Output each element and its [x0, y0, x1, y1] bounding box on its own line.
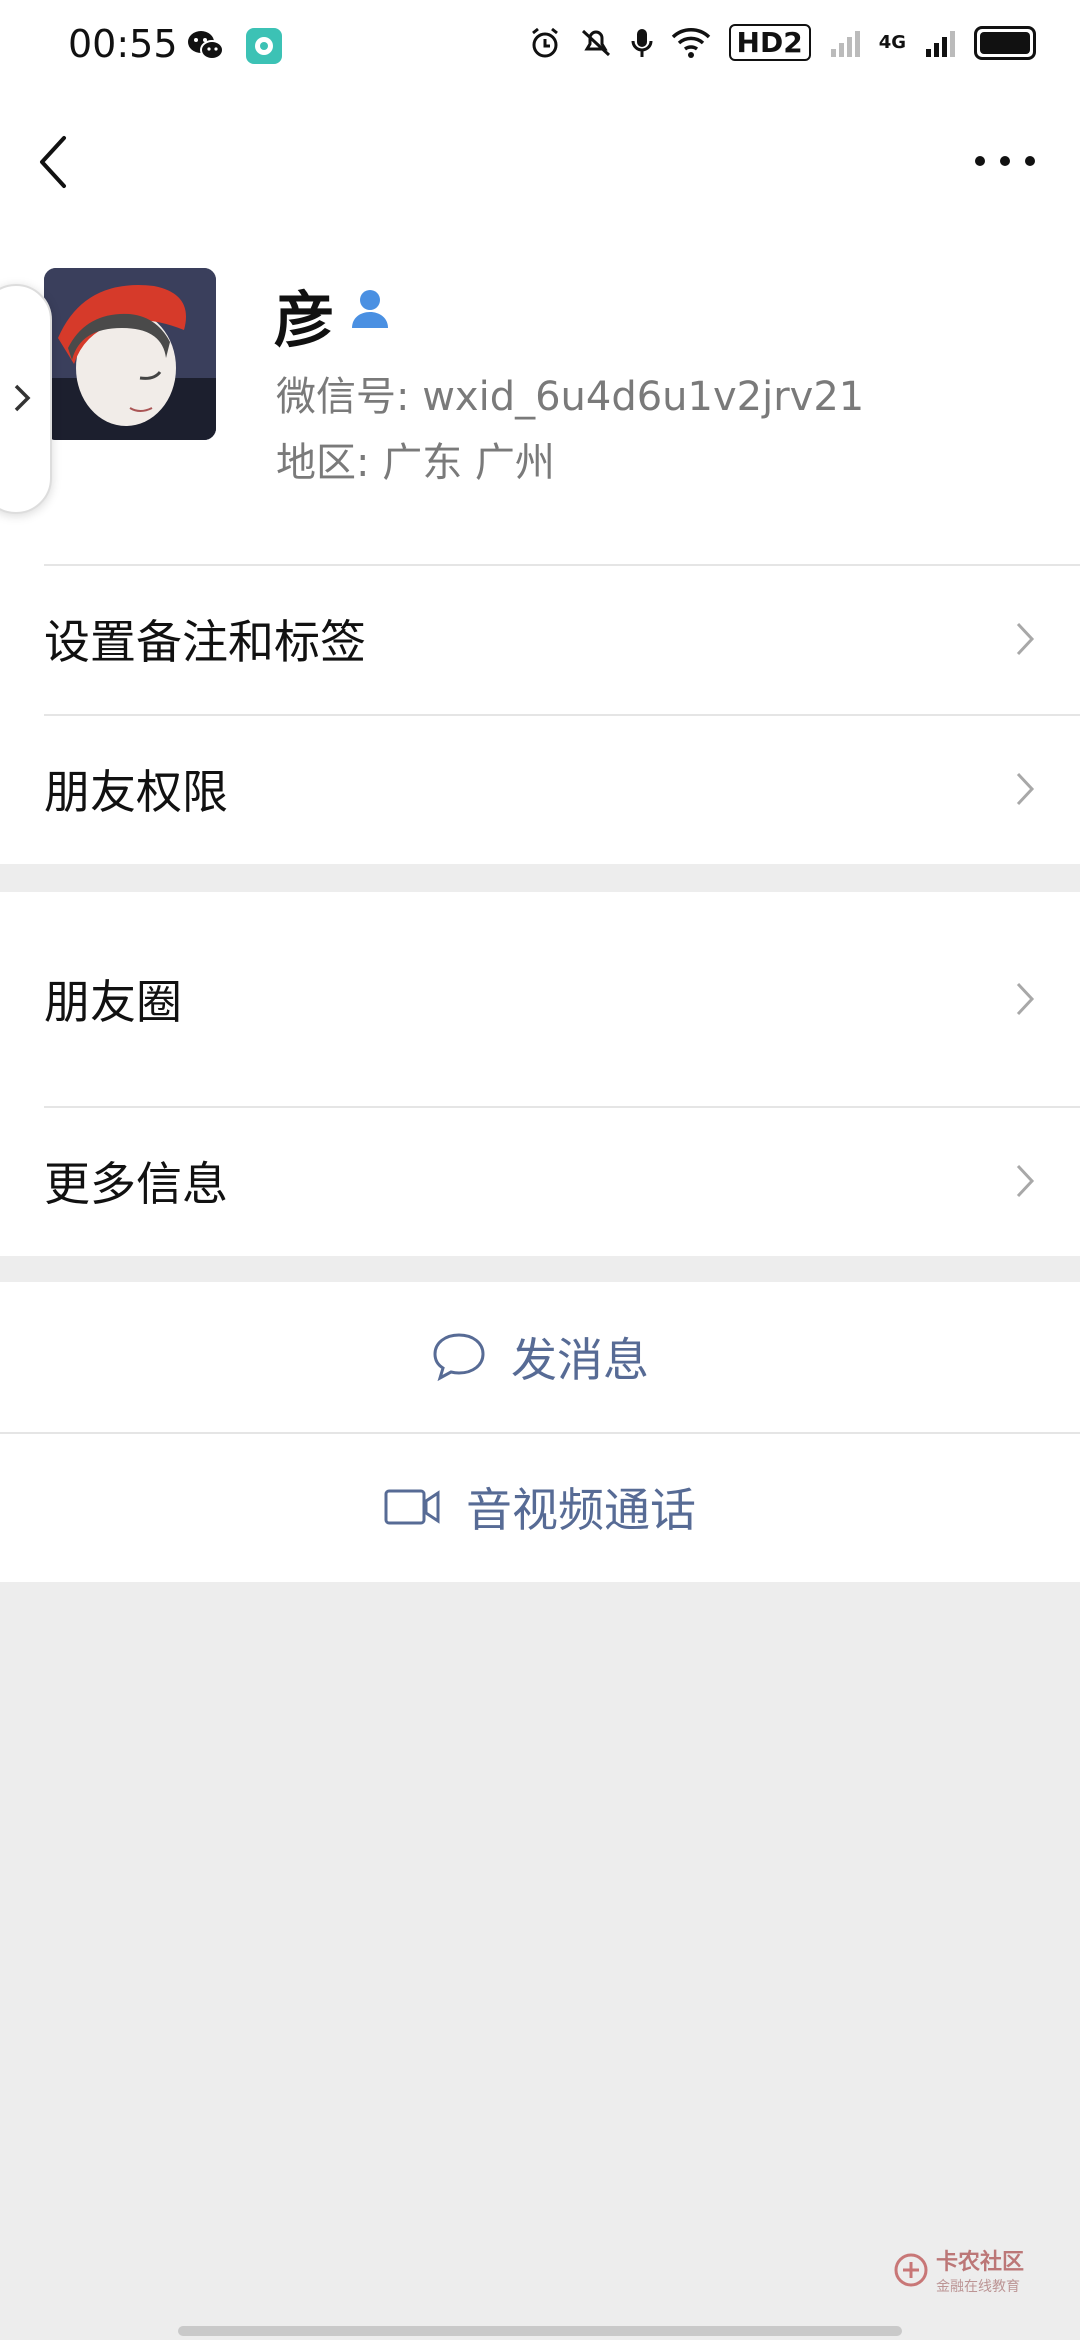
4g-signal-icon: 4G — [878, 32, 906, 53]
wechat-id: 微信号: wxid_6u4d6u1v2jrv21 — [276, 374, 865, 420]
profile-card: 彦 微信号: wxid_6u4d6u1v2jrv21 地区: 广东 广州 — [0, 226, 1080, 564]
signal-bars-icon — [926, 30, 955, 57]
status-time: 00:55 — [68, 22, 178, 66]
notification-icons — [186, 28, 282, 64]
send-message-button[interactable]: 发消息 — [0, 1282, 1080, 1432]
watermark-title: 卡农社区 — [935, 2250, 1024, 2275]
battery-icon — [974, 25, 1036, 60]
video-camera-icon — [384, 1489, 440, 1525]
watermark: 卡农社区 金融在线教育 — [894, 2244, 1024, 2296]
mute-icon — [581, 29, 610, 56]
menu-item-remarks-tags[interactable]: 设置备注和标签 — [0, 564, 1080, 714]
chevron-right-icon — [14, 384, 31, 412]
wechat-icon — [188, 31, 224, 60]
system-icons: HD2 4G — [529, 24, 1036, 61]
menu-item-label: 更多信息 — [44, 1157, 228, 1211]
avatar-image — [44, 268, 216, 440]
video-call-button[interactable]: 音视频通话 — [0, 1432, 1080, 1582]
menu-item-more-info[interactable]: 更多信息 — [0, 1106, 1080, 1256]
send-message-label: 发消息 — [511, 1333, 649, 1387]
menu-item-label: 设置备注和标签 — [44, 615, 366, 669]
video-call-label: 音视频通话 — [466, 1483, 696, 1537]
watermark-logo-icon — [894, 2253, 928, 2287]
avatar[interactable] — [44, 268, 216, 440]
menu-group-settings: 设置备注和标签 朋友权限 — [0, 564, 1080, 864]
wifi-icon — [671, 27, 710, 58]
menu-item-label: 朋友圈 — [44, 975, 182, 1029]
signal-icon — [830, 30, 860, 57]
verified-contact-icon — [352, 290, 388, 328]
contact-name: 彦 — [274, 286, 334, 356]
menu-group-info: 朋友圈 更多信息 — [0, 892, 1080, 1256]
back-arrow-icon[interactable] — [34, 132, 74, 192]
mic-icon — [631, 28, 653, 57]
chevron-right-icon — [1016, 982, 1035, 1016]
menu-item-friend-permissions[interactable]: 朋友权限 — [0, 714, 1080, 864]
watermark-subtitle: 金融在线教育 — [935, 2279, 1020, 2295]
floating-side-tab[interactable] — [0, 284, 52, 514]
alarm-icon — [531, 27, 558, 57]
action-buttons: 发消息 音视频通话 — [0, 1282, 1080, 1582]
menu-item-moments[interactable]: 朋友圈 — [0, 892, 1080, 1106]
chevron-right-icon — [1016, 772, 1035, 806]
home-indicator[interactable] — [178, 2326, 902, 2336]
chat-app-icon — [246, 28, 282, 64]
chat-bubble-icon — [433, 1333, 485, 1382]
hd-icon: HD2 — [728, 24, 811, 61]
chevron-right-icon — [1016, 1164, 1035, 1198]
more-options-icon[interactable] — [970, 146, 1040, 176]
chevron-right-icon — [1016, 622, 1035, 656]
region: 地区: 广东 广州 — [276, 440, 555, 486]
status-bar: 00:55 HD2 4G — [0, 0, 1080, 96]
top-nav-bar — [0, 96, 1080, 226]
menu-item-label: 朋友权限 — [44, 765, 228, 819]
